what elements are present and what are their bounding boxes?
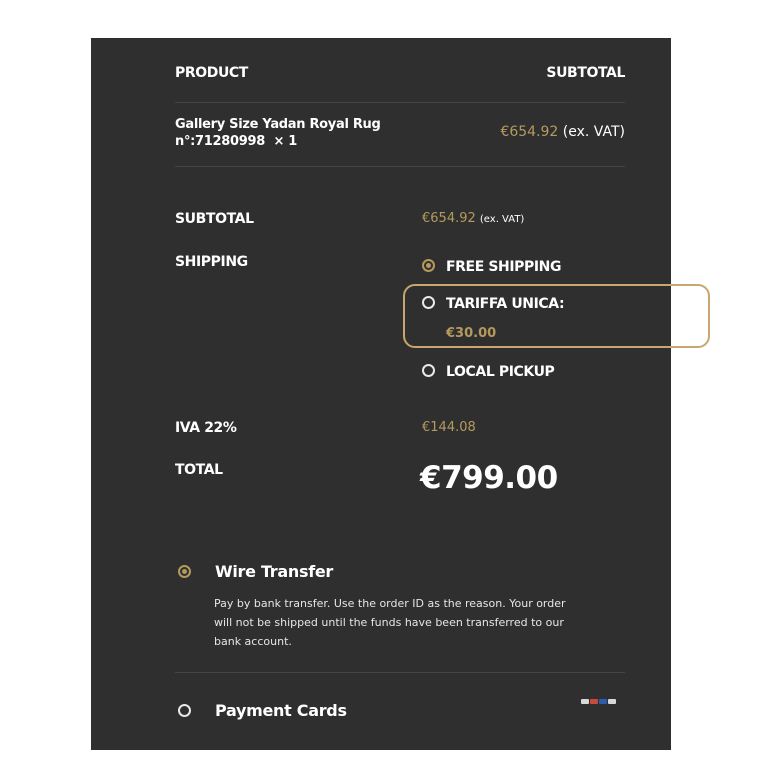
free-shipping-label[interactable]: FREE SHIPPING xyxy=(446,259,561,275)
local-pickup-label[interactable]: LOCAL PICKUP xyxy=(446,364,555,380)
card-logos-icon xyxy=(581,699,616,704)
item-price: €654.92 xyxy=(500,124,559,140)
item-code-line: n°:71280998 × 1 xyxy=(175,133,381,150)
payment-cards-radio[interactable] xyxy=(178,704,191,717)
divider xyxy=(175,672,625,673)
order-review-panel: PRODUCT SUBTOTAL Gallery Size Yadan Roya… xyxy=(91,38,710,750)
item-title: Gallery Size Yadan Royal Rug xyxy=(175,117,381,132)
subtotal-note: (ex. VAT) xyxy=(479,214,525,225)
subtotal-column-header: SUBTOTAL xyxy=(546,65,625,81)
subtotal-value-group: €654.92 (ex. VAT) xyxy=(422,211,524,226)
product-column-header: PRODUCT xyxy=(175,65,248,81)
free-shipping-radio[interactable] xyxy=(422,259,435,272)
wire-transfer-radio[interactable] xyxy=(178,565,191,578)
cart-item-name: Gallery Size Yadan Royal Rug n°:71280998… xyxy=(175,116,381,150)
wire-transfer-label[interactable]: Wire Transfer xyxy=(215,562,333,581)
item-subtotal: €654.92 (ex. VAT) xyxy=(500,124,625,140)
item-quantity: × 1 xyxy=(273,134,298,149)
subtotal-value: €654.92 xyxy=(422,211,476,226)
vat-value: €144.08 xyxy=(422,420,476,435)
local-pickup-radio[interactable] xyxy=(422,364,435,377)
item-code: n°:71280998 xyxy=(175,134,266,149)
wire-transfer-description: Pay by bank transfer. Use the order ID a… xyxy=(214,597,566,648)
card-logo-icon xyxy=(608,699,616,704)
shipping-label: SHIPPING xyxy=(175,254,248,270)
item-price-note: (ex. VAT) xyxy=(562,124,625,140)
payment-cards-label[interactable]: Payment Cards xyxy=(215,701,347,720)
total-value: €799.00 xyxy=(420,460,558,496)
subtotal-label: SUBTOTAL xyxy=(175,211,254,227)
highlight-annotation xyxy=(403,284,710,348)
divider xyxy=(175,102,625,103)
vat-label: IVA 22% xyxy=(175,420,237,436)
total-label: TOTAL xyxy=(175,462,223,478)
divider xyxy=(175,166,625,167)
card-logo-icon xyxy=(599,699,607,704)
card-logo-icon xyxy=(590,699,598,704)
card-logo-icon xyxy=(581,699,589,704)
